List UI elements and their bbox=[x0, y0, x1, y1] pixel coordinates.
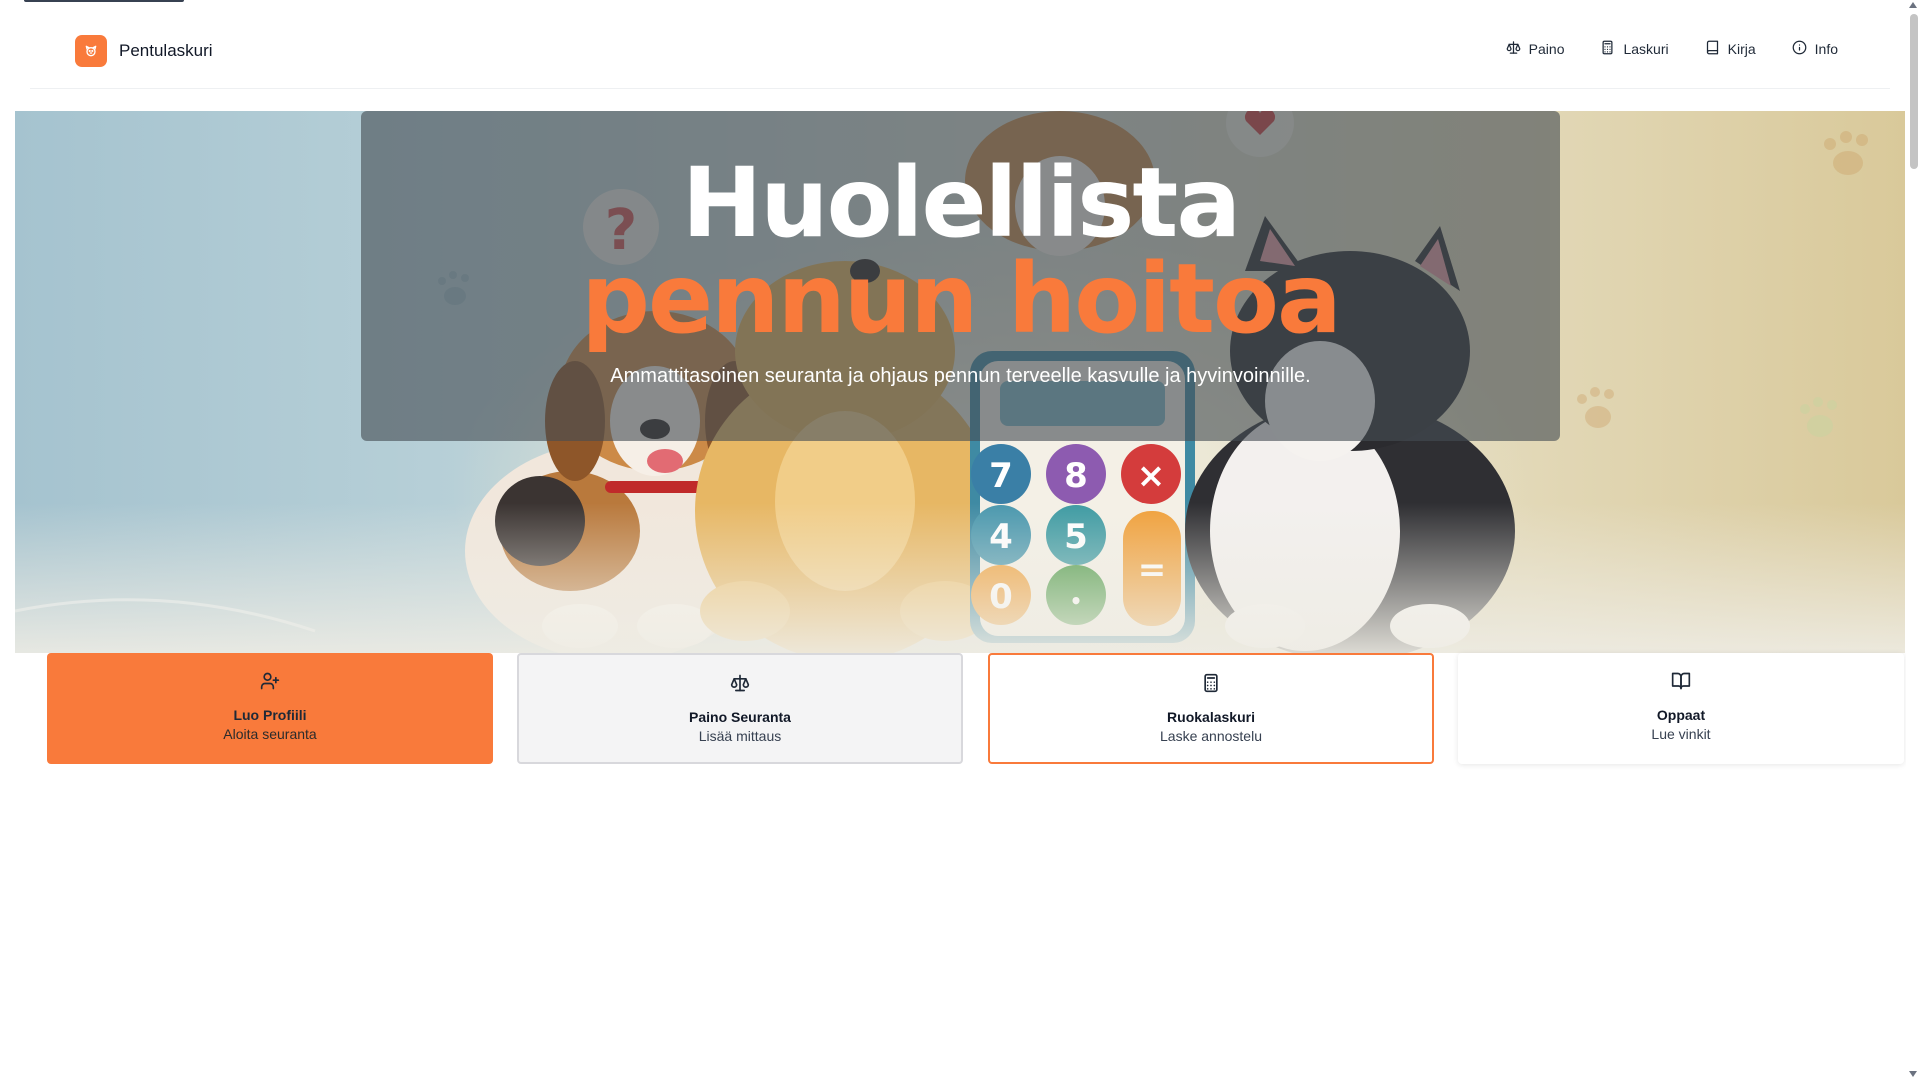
hero-title-line1: Huolellista bbox=[681, 147, 1241, 259]
nav-item-paino[interactable]: Paino bbox=[1506, 40, 1565, 58]
calculator-icon bbox=[990, 673, 1432, 693]
card-subtitle: Laske annostelu bbox=[1160, 728, 1262, 744]
dog-logo-icon bbox=[75, 35, 107, 67]
card-subtitle: Lue vinkit bbox=[1651, 726, 1711, 742]
scale-icon bbox=[1506, 40, 1521, 58]
card-subtitle: Aloita seuranta bbox=[223, 726, 317, 742]
book-open-icon bbox=[1458, 671, 1904, 691]
hero-subtitle: Ammattitasoinen seuranta ja ohjaus pennu… bbox=[610, 365, 1311, 387]
nav-label: Kirja bbox=[1727, 41, 1756, 57]
calc-key: 8 bbox=[1064, 456, 1088, 496]
card-paino-seuranta[interactable]: Paino Seuranta Lisää mittaus bbox=[517, 653, 963, 764]
brand-name: Pentulaskuri bbox=[119, 41, 213, 60]
card-title: Luo Profiili bbox=[233, 707, 307, 723]
card-title: Ruokalaskuri bbox=[1167, 709, 1255, 725]
scroll-thumb[interactable] bbox=[1910, 14, 1918, 169]
card-ruokalaskuri[interactable]: Ruokalaskuri Laske annostelu bbox=[988, 653, 1434, 764]
card-luo-profiili[interactable]: Luo Profiili Aloita seuranta bbox=[47, 653, 493, 764]
page-scrollbar[interactable] bbox=[1906, 0, 1920, 1080]
nav-item-kirja[interactable]: Kirja bbox=[1705, 40, 1756, 58]
site-header: Pentulaskuri Paino Laskuri Kirja Info bbox=[30, 0, 1890, 89]
nav-label: Info bbox=[1814, 41, 1838, 57]
calculator-icon bbox=[1600, 40, 1615, 58]
card-title: Paino Seuranta bbox=[689, 709, 791, 725]
nav-label: Laskuri bbox=[1623, 41, 1669, 57]
hero-banner: ? bbox=[15, 111, 1905, 653]
scroll-down-arrow-icon[interactable] bbox=[1909, 1071, 1917, 1077]
user-plus-icon bbox=[47, 671, 493, 691]
card-title: Oppaat bbox=[1656, 707, 1706, 723]
paw-print-icon bbox=[1800, 397, 1837, 437]
hero-title-line2: pennun hoitoa bbox=[581, 243, 1341, 355]
scroll-up-arrow-icon[interactable] bbox=[1909, 2, 1917, 8]
card-oppaat[interactable]: Oppaat Lue vinkit bbox=[1458, 653, 1904, 764]
nav-label: Paino bbox=[1528, 41, 1565, 57]
calc-key: 7 bbox=[989, 456, 1013, 496]
main-nav: Paino Laskuri Kirja Info bbox=[1506, 40, 1838, 58]
card-subtitle: Lisää mittaus bbox=[698, 728, 782, 744]
nav-item-info[interactable]: Info bbox=[1792, 40, 1838, 58]
paw-print-icon bbox=[1577, 131, 1868, 428]
hero-panel: Huolellista pennun hoitoa Ammattitasoine… bbox=[361, 111, 1560, 441]
book-icon bbox=[1705, 40, 1720, 58]
nav-item-laskuri[interactable]: Laskuri bbox=[1600, 40, 1669, 58]
calc-key: × bbox=[1137, 456, 1166, 496]
scale-icon bbox=[519, 673, 961, 693]
info-icon bbox=[1792, 40, 1807, 58]
hero-floor-fade bbox=[15, 503, 1905, 653]
brand[interactable]: Pentulaskuri bbox=[75, 35, 213, 67]
quick-actions: Luo Profiili Aloita seuranta Paino Seura… bbox=[47, 653, 1904, 765]
